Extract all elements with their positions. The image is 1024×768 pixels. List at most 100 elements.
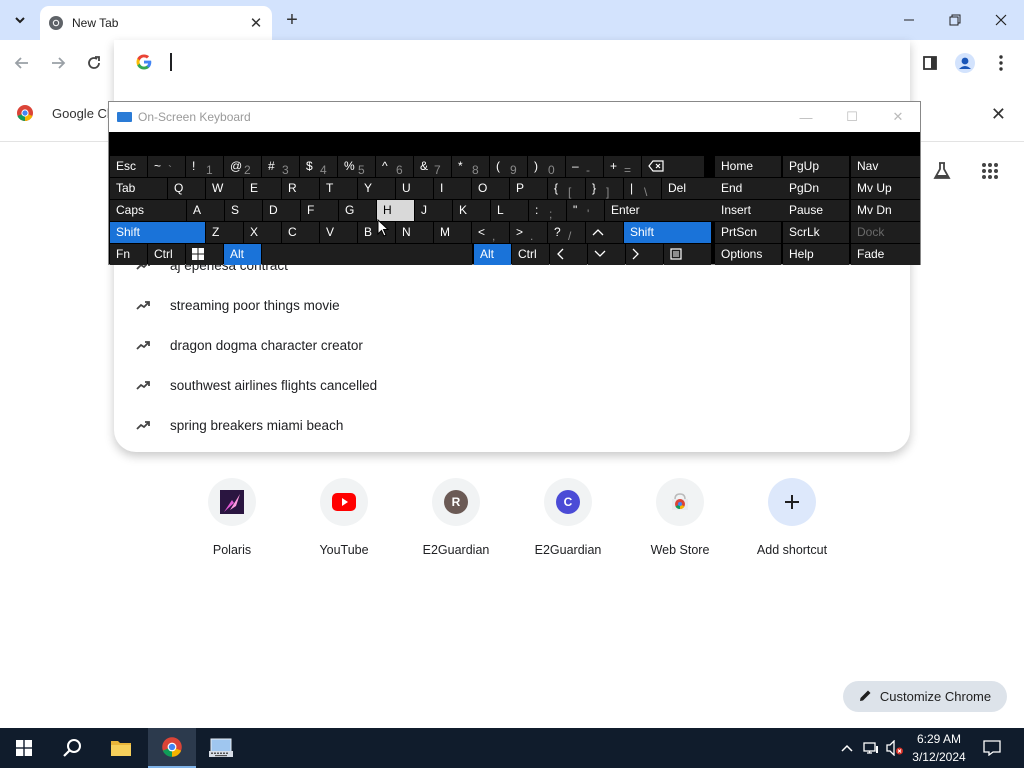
osk-nav-key[interactable]: Fade	[851, 244, 920, 265]
osk-nav-key[interactable]: Home	[715, 156, 781, 177]
reload-button[interactable]	[81, 50, 107, 76]
key-arrow-up[interactable]	[586, 222, 623, 243]
file-explorer-button[interactable]	[97, 728, 145, 768]
key-arrow-down[interactable]	[588, 244, 625, 265]
omnibox[interactable]	[114, 40, 910, 84]
osk-key[interactable]: @2	[224, 156, 261, 177]
search-button[interactable]	[48, 728, 96, 768]
osk-nav-key[interactable]: Dock	[851, 222, 920, 243]
key-shift-left[interactable]: Shift	[110, 222, 205, 243]
osk-key[interactable]: X	[244, 222, 281, 243]
chrome-taskbar-button[interactable]	[148, 728, 196, 768]
key-alt-left[interactable]: Alt	[224, 244, 261, 265]
labs-button[interactable]	[929, 158, 955, 184]
osk-key[interactable]: (9	[490, 156, 527, 177]
osk-close-button[interactable]: ✕	[875, 102, 921, 132]
key-shift-right[interactable]: Shift	[624, 222, 711, 243]
osk-key[interactable]: N	[396, 222, 433, 243]
osk-key[interactable]: * 8	[452, 156, 489, 177]
osk-nav-key[interactable]: ScrLk	[783, 222, 849, 243]
osk-key[interactable]: ~ `	[148, 156, 185, 177]
osk-nav-key[interactable]: Mv Dn	[851, 200, 920, 221]
osk-key[interactable]: P	[510, 178, 547, 199]
osk-nav-key[interactable]: Insert	[715, 200, 781, 221]
tab-search-button[interactable]	[8, 8, 32, 32]
osk-key[interactable]: $4	[300, 156, 337, 177]
osk-nav-key[interactable]: PgDn	[783, 178, 849, 199]
osk-key[interactable]: V	[320, 222, 357, 243]
osk-key[interactable]: }]	[586, 178, 623, 199]
osk-key[interactable]: Y	[358, 178, 395, 199]
key-ctrl-right[interactable]: Ctrl	[512, 244, 549, 265]
close-window-button[interactable]	[978, 0, 1024, 40]
key-menu[interactable]	[664, 244, 711, 265]
shortcut-tile[interactable]: C E2Guardian	[512, 478, 624, 557]
restore-button[interactable]	[932, 0, 978, 40]
volume-button[interactable]	[884, 728, 906, 768]
tray-overflow-button[interactable]	[836, 728, 858, 768]
key-alt-right[interactable]: Alt	[474, 244, 511, 265]
osk-key[interactable]: W	[206, 178, 243, 199]
osk-key[interactable]: ! 1	[186, 156, 223, 177]
key-backspace[interactable]	[642, 156, 704, 177]
osk-key[interactable]: ? /	[548, 222, 585, 243]
side-panel-button[interactable]	[917, 50, 943, 76]
osk-nav-key[interactable]: Nav	[851, 156, 920, 177]
osk-key[interactable]: " '	[567, 200, 604, 221]
key-fn[interactable]: Fn	[110, 244, 147, 265]
network-button[interactable]	[860, 728, 882, 768]
new-tab-button[interactable]: +	[280, 8, 304, 32]
osk-key[interactable]: ) 0	[528, 156, 565, 177]
osk-key[interactable]: G	[339, 200, 376, 221]
info-bar-close-icon[interactable]: ✕	[991, 104, 1006, 125]
osk-key[interactable]: L	[491, 200, 528, 221]
osk-titlebar[interactable]: On-Screen Keyboard — ☐ ✕	[109, 102, 920, 132]
osk-key[interactable]: O	[472, 178, 509, 199]
osk-key[interactable]: – -	[566, 156, 603, 177]
key-space[interactable]	[262, 244, 472, 265]
start-button[interactable]	[0, 728, 48, 768]
osk-key[interactable]: % 5	[338, 156, 375, 177]
osk-maximize-button[interactable]: ☐	[829, 102, 875, 132]
minimize-button[interactable]	[886, 0, 932, 40]
osk-key[interactable]: | \	[624, 178, 661, 199]
osk-key[interactable]: ^ 6	[376, 156, 413, 177]
osk-nav-key[interactable]: Mv Up	[851, 178, 920, 199]
suggestion-row[interactable]: streaming poor things movie	[114, 285, 910, 325]
menu-button[interactable]	[988, 50, 1014, 76]
shortcut-tile[interactable]: Polaris	[176, 478, 288, 557]
customize-chrome-button[interactable]: Customize Chrome	[843, 681, 1007, 712]
key-esc[interactable]: Esc	[110, 156, 147, 177]
apps-button[interactable]	[977, 158, 1003, 184]
tab-close-icon[interactable]: ✕	[246, 13, 266, 33]
osk-key[interactable]: D	[263, 200, 300, 221]
osk-key[interactable]: H	[377, 200, 414, 221]
add-shortcut-button[interactable]: Add shortcut	[736, 478, 848, 557]
osk-key[interactable]: R	[282, 178, 319, 199]
osk-key[interactable]: {[	[548, 178, 585, 199]
osk-key[interactable]: & 7	[414, 156, 451, 177]
osk-key[interactable]: I	[434, 178, 471, 199]
osk-key[interactable]: :;	[529, 200, 566, 221]
osk-key[interactable]: J	[415, 200, 452, 221]
shortcut-tile[interactable]: YouTube	[288, 478, 400, 557]
suggestion-row[interactable]: spring breakers miami beach	[114, 405, 910, 445]
shortcut-tile[interactable]: Web Store	[624, 478, 736, 557]
osk-key[interactable]: + =	[604, 156, 641, 177]
osk-key[interactable]: T	[320, 178, 357, 199]
key-arrow-right[interactable]	[626, 244, 663, 265]
osk-key[interactable]: S	[225, 200, 262, 221]
osk-minimize-button[interactable]: —	[783, 102, 829, 132]
osk-key[interactable]: >.	[510, 222, 547, 243]
osk-key[interactable]: K	[453, 200, 490, 221]
osk-nav-key[interactable]: Pause	[783, 200, 849, 221]
osk-key[interactable]: #3	[262, 156, 299, 177]
osk-nav-key[interactable]: Help	[783, 244, 849, 265]
shortcut-tile[interactable]: R E2Guardian	[400, 478, 512, 557]
profile-button[interactable]	[952, 50, 978, 76]
osk-key[interactable]: U	[396, 178, 433, 199]
osk-key[interactable]: <,	[472, 222, 509, 243]
forward-button[interactable]	[45, 50, 71, 76]
info-bar-item[interactable]: Google Ch	[16, 104, 114, 122]
suggestion-row[interactable]: southwest airlines flights cancelled	[114, 365, 910, 405]
